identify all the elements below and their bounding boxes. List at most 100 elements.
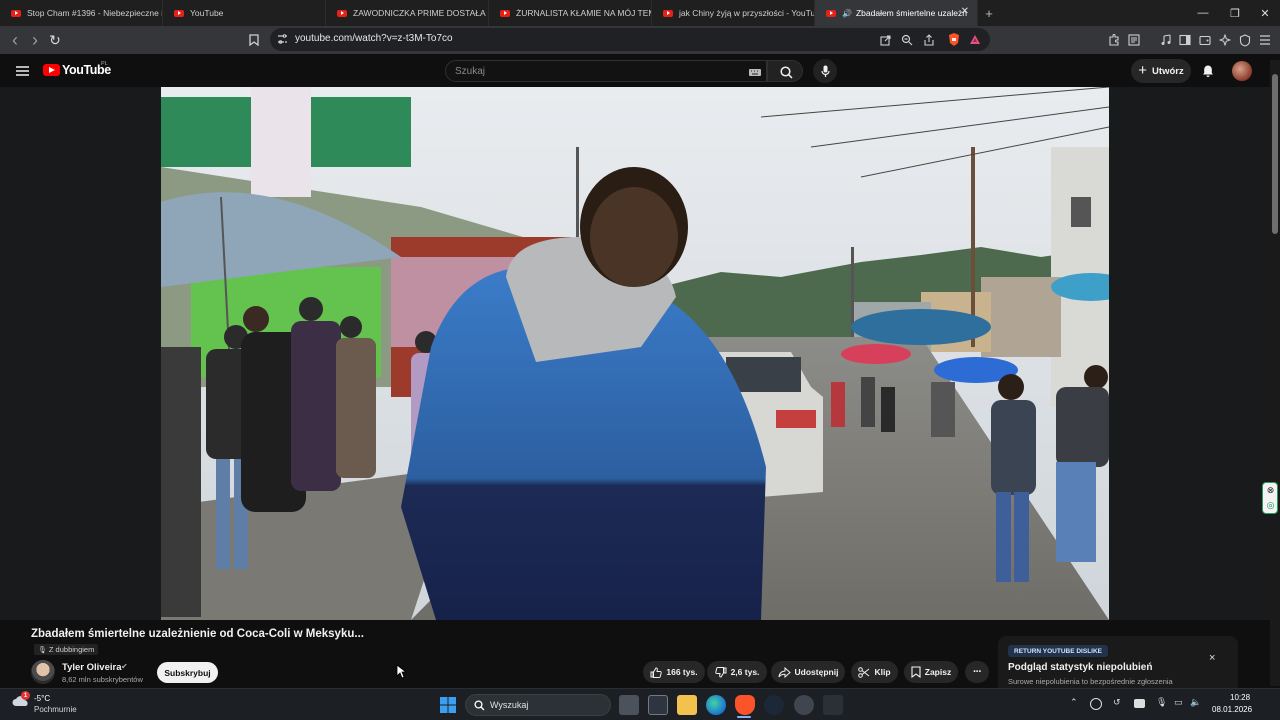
thumbs-up-icon (650, 666, 663, 678)
share-label: Udostępnij (794, 667, 839, 677)
forward-button[interactable]: › (26, 30, 44, 50)
media-control-icon[interactable] (1158, 32, 1174, 48)
vpn-shield-icon[interactable] (1237, 32, 1253, 48)
dubbing-icon: 🎙 (38, 646, 47, 654)
like-button[interactable]: 166 tys. (643, 661, 705, 683)
tab-title: Zbadałem śmiertelne uzależn (855, 8, 967, 18)
keyboard-icon[interactable] (748, 67, 762, 77)
url-text: youtube.com/watch?v=z-t3M-To7co (295, 33, 453, 44)
close-window-button[interactable]: ✕ (1248, 0, 1280, 26)
mouse-cursor-icon (396, 664, 406, 679)
site-settings-icon[interactable] (276, 33, 288, 45)
weather-alert-badge: 1 (21, 691, 30, 700)
minimize-button[interactable]: — (1186, 0, 1220, 26)
tab-6-active[interactable]: 🔊 Zbadałem śmiertelne uzależn ✕ (815, 0, 978, 26)
app-icon[interactable] (794, 695, 814, 715)
taskbar-search-placeholder: Wyszukaj (490, 700, 529, 710)
page-scrollbar[interactable] (1270, 60, 1280, 686)
tray-app-icon[interactable]: ↺ (1113, 697, 1121, 708)
search-box[interactable]: Szukaj (445, 60, 767, 82)
reload-button[interactable]: ↻ (46, 31, 64, 49)
sidebar-icon[interactable] (1177, 32, 1193, 48)
dubbing-badge: 🎙 Z dubbingiem (34, 644, 99, 655)
new-tab-button[interactable]: + (978, 0, 1000, 26)
bookmark-icon[interactable] (246, 32, 262, 48)
tray-sync-icon[interactable] (1090, 698, 1102, 710)
brave-shields-icon[interactable] (946, 31, 962, 47)
active-app-indicator (737, 716, 751, 718)
clock-date[interactable]: 08.01.2026 (1212, 705, 1252, 714)
youtube-favicon-icon (174, 9, 184, 17)
tray-mic-icon[interactable]: 🎙 (1156, 697, 1167, 708)
open-in-app-icon[interactable] (878, 33, 892, 47)
edge-browser-icon[interactable] (706, 695, 726, 715)
save-label: Zapisz (924, 667, 952, 677)
ryd-badge: RETURN YOUTUBE DISLIKE (1008, 645, 1108, 657)
tray-overflow-icon[interactable]: ⌃ (1070, 697, 1078, 708)
dislike-button[interactable]: 2,6 tys. (707, 661, 767, 683)
subscribe-button[interactable]: Subskrybuj (157, 662, 218, 683)
extensions-icon[interactable] (1106, 32, 1122, 48)
side-widget[interactable]: ⊗ ◎ (1262, 482, 1278, 514)
weather-temp[interactable]: -5°C (34, 694, 50, 703)
taskbar-search-icon (474, 700, 485, 711)
reader-mode-icon[interactable] (1126, 32, 1142, 48)
more-actions-button[interactable]: ··· (965, 661, 989, 683)
voice-search-button[interactable] (813, 59, 837, 83)
maximize-button[interactable]: ❐ (1218, 0, 1252, 26)
tab-4[interactable]: ŻURNALISTA KŁAMIE NA MÓJ TEMAT (489, 0, 652, 26)
tray-cloud-icon[interactable] (1134, 699, 1145, 708)
video-thumbnail-scene (161, 87, 1109, 620)
tab-1[interactable]: Stop Cham #1396 - Niebezpieczne i (0, 0, 163, 26)
back-button[interactable]: ‹ (6, 30, 24, 50)
notifications-bell-icon[interactable] (1200, 63, 1216, 79)
scrollbar-thumb[interactable] (1272, 74, 1278, 234)
channel-avatar[interactable] (31, 660, 55, 684)
share-page-icon[interactable] (922, 33, 936, 47)
youtube-favicon-icon (500, 9, 510, 17)
zoom-icon[interactable] (900, 33, 914, 47)
tab-2[interactable]: YouTube (163, 0, 326, 26)
address-bar[interactable]: youtube.com/watch?v=z-t3M-To7co (270, 28, 990, 51)
tray-volume-icon[interactable]: 🔈 (1190, 697, 1201, 708)
weather-cloud-icon[interactable]: 1 (12, 691, 30, 708)
tab-3[interactable]: ZAWODNICZKA PRIME DOSTAŁA OD (326, 0, 489, 26)
region-code: PL (101, 61, 108, 67)
brave-browser-icon[interactable] (735, 695, 755, 715)
taskbar-search[interactable]: Wyszukaj (465, 694, 611, 716)
store-icon[interactable] (648, 695, 668, 715)
menu-icon[interactable] (1257, 32, 1273, 48)
ryd-close-button[interactable]: × (1209, 652, 1215, 664)
brave-rewards-icon[interactable] (968, 32, 982, 46)
guide-menu-icon[interactable] (14, 63, 30, 79)
file-explorer-icon[interactable] (677, 695, 697, 715)
share-button[interactable]: Udostępnij (771, 661, 845, 683)
steam-icon[interactable] (764, 695, 784, 715)
dubbing-label: Z dubbingiem (48, 645, 95, 654)
tab-5[interactable]: jak Chiny żyją w przyszłości - YouTub (652, 0, 815, 26)
task-view-icon[interactable] (619, 695, 639, 715)
create-button[interactable]: + Utwórz (1131, 59, 1191, 83)
search-input[interactable]: Szukaj (455, 66, 485, 77)
save-button[interactable]: Zapisz (904, 661, 958, 683)
target-icon[interactable]: ◎ (1264, 499, 1277, 512)
clip-label: Klip (874, 667, 891, 677)
close-circle-icon[interactable]: ⊗ (1264, 484, 1277, 497)
tray-network-icon[interactable]: ▭ (1174, 697, 1183, 708)
browser-toolbar: ‹ › ↻ youtube.com/watch?v=z-t3M-To7co (0, 26, 1280, 54)
terminal-icon[interactable] (823, 695, 843, 715)
youtube-logo-icon[interactable] (43, 64, 60, 76)
channel-name[interactable]: Tyler Oliveira (62, 662, 122, 673)
search-button[interactable] (767, 60, 803, 82)
clock-time[interactable]: 10:28 (1230, 693, 1250, 702)
windows-start-icon[interactable] (440, 697, 456, 713)
tab-close-icon[interactable]: ✕ (961, 6, 969, 17)
video-player[interactable] (0, 87, 1280, 620)
user-avatar[interactable] (1232, 61, 1252, 81)
windows-taskbar: 1 -5°C Pochmurnie Wyszukaj ⌃ ↺ 🎙 ▭ 🔈 10:… (0, 688, 1280, 720)
clip-button[interactable]: Klip (851, 661, 898, 683)
leo-ai-icon[interactable] (1217, 32, 1233, 48)
weather-desc[interactable]: Pochmurnie (34, 705, 77, 714)
video-frame[interactable] (161, 87, 1109, 620)
wallet-icon[interactable] (1197, 32, 1213, 48)
